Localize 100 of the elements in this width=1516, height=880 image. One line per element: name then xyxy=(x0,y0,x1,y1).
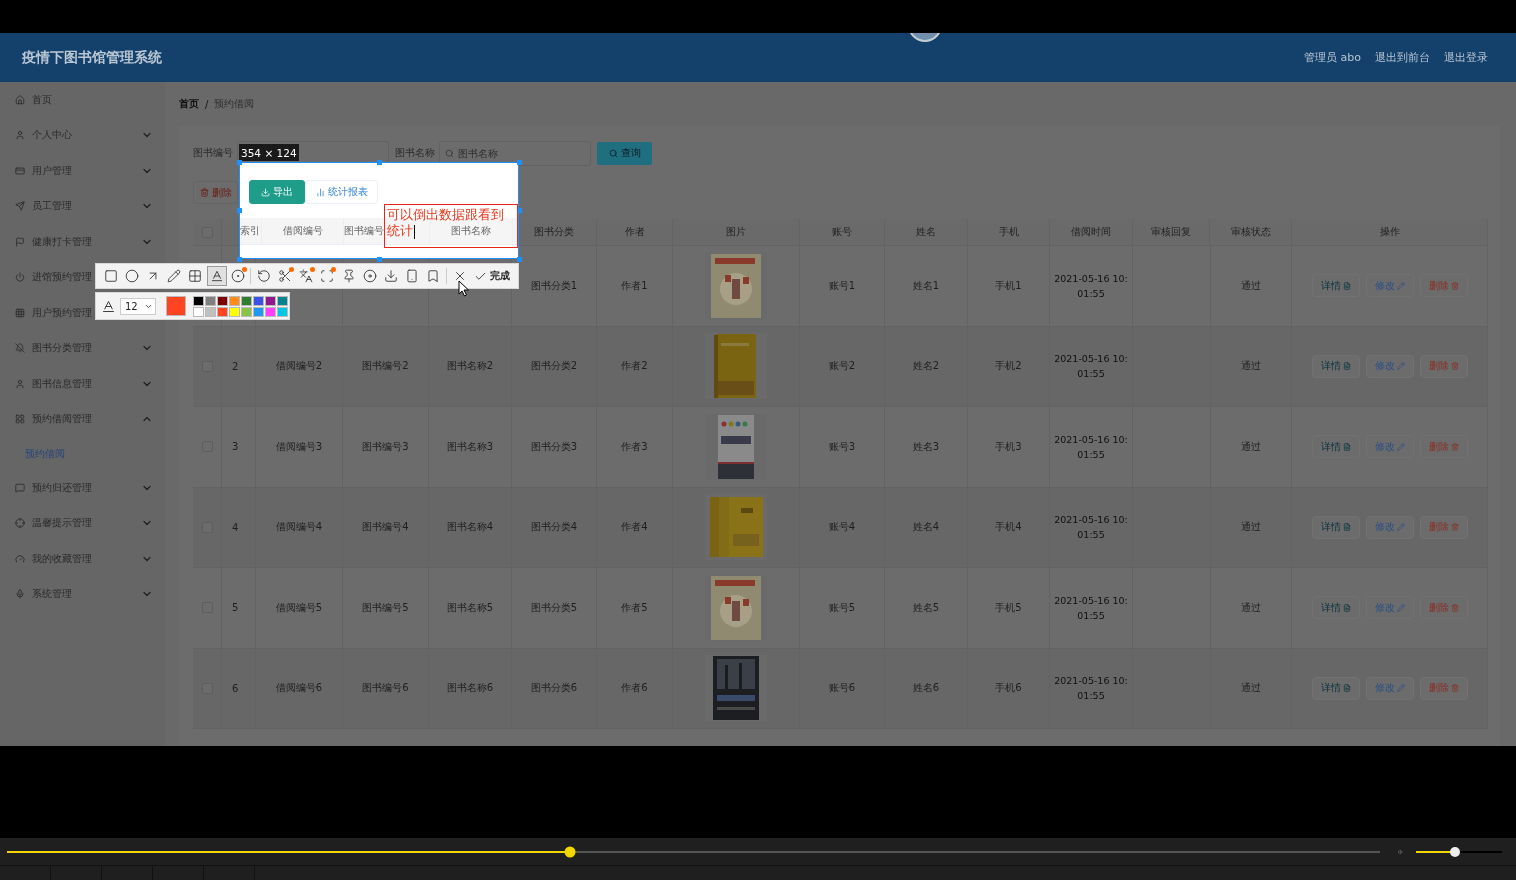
table-cell: 图书编号3 xyxy=(362,439,409,454)
table-cell: 借阅编号3 xyxy=(275,439,323,454)
delete-button[interactable]: 删除 xyxy=(1419,274,1468,298)
edit-button[interactable]: 修改 xyxy=(1365,354,1414,378)
table-cell: 手机2 xyxy=(995,359,1022,374)
table-cell: 借阅编号5 xyxy=(275,600,323,615)
table-cell: 手机4 xyxy=(995,520,1022,535)
detail-button[interactable]: 详情 xyxy=(1311,676,1360,700)
column-header: 借阅编号 xyxy=(282,224,323,238)
delete-button[interactable]: 删除 xyxy=(1419,515,1468,539)
table-cell: 手机6 xyxy=(995,681,1022,696)
detail-button[interactable]: 详情 xyxy=(1311,515,1360,539)
table-cell: 手机3 xyxy=(995,439,1022,454)
table-cell: 通过 xyxy=(1241,681,1261,696)
edit-button[interactable]: 修改 xyxy=(1365,274,1414,298)
query-button[interactable]: 查询 xyxy=(597,141,652,165)
table-cell: 图书分类3 xyxy=(530,439,578,454)
detail-button[interactable]: 详情 xyxy=(1311,274,1360,298)
edit-button[interactable]: 修改 xyxy=(1365,596,1414,620)
table-cell: 6 xyxy=(232,682,239,694)
column-header: 审核回复 xyxy=(1151,225,1191,239)
table-cell: 账号6 xyxy=(828,681,856,696)
header-link[interactable]: 退出到前台 xyxy=(1375,50,1430,65)
table-cell: 通过 xyxy=(1241,520,1261,535)
table-cell-text: 2021-05-16 10:01:55 xyxy=(1053,593,1129,623)
column-header: 借阅时间 xyxy=(1071,225,1111,239)
field-label: 图书名称 xyxy=(395,146,436,160)
table-cell: 姓名1 xyxy=(912,278,940,293)
table-cell: 账号3 xyxy=(828,439,856,454)
table-cell: 通过 xyxy=(1241,359,1261,374)
table-cell: 账号2 xyxy=(828,359,856,374)
delete-button[interactable]: 删除 xyxy=(1419,676,1468,700)
table-cell-text: 2021-05-16 10:01:55 xyxy=(1053,432,1129,462)
column-header: 图片 xyxy=(726,225,746,239)
table-cell: 手机5 xyxy=(995,600,1022,615)
table-cell: 作者1 xyxy=(621,278,648,293)
table-cell: 图书分类5 xyxy=(530,600,578,615)
column-header: 操作 xyxy=(1379,225,1400,239)
table-cell-text: 2021-05-16 10:01:55 xyxy=(1053,513,1129,543)
table-cell: 姓名6 xyxy=(912,681,940,696)
delete-button[interactable]: 删除 xyxy=(1419,354,1468,378)
done-button[interactable]: 完成 xyxy=(470,266,515,286)
delete-button[interactable]: 删除 xyxy=(1419,596,1468,620)
font-size-select[interactable]: 12 xyxy=(120,297,156,315)
app-title: 疫情下图书馆管理系统 xyxy=(22,48,162,67)
edit-button[interactable]: 修改 xyxy=(1365,515,1414,539)
table-cell: 3 xyxy=(232,441,239,453)
table-cell: 账号1 xyxy=(828,278,856,293)
column-header: 作者 xyxy=(624,225,645,239)
table-cell-text: 2021-05-16 10:01:55 xyxy=(1053,674,1129,704)
table-cell: 2 xyxy=(232,360,239,372)
detail-button[interactable]: 详情 xyxy=(1311,354,1360,378)
table-cell: 图书编号6 xyxy=(362,681,409,696)
column-header: 审核状态 xyxy=(1230,225,1271,239)
column-header: 账号 xyxy=(832,225,852,239)
table-cell: 作者3 xyxy=(621,439,648,454)
column-header: 手机 xyxy=(998,225,1019,239)
table-cell: 作者4 xyxy=(621,520,648,535)
table-cell: 姓名5 xyxy=(912,600,940,615)
table-cell: 通过 xyxy=(1241,600,1261,615)
table-cell: 图书编号5 xyxy=(362,600,409,615)
table-cell: 借阅编号4 xyxy=(275,520,323,535)
table-cell: 通过 xyxy=(1241,439,1261,454)
column-header: 图书名称 xyxy=(451,224,491,238)
delete-button[interactable]: 删除 xyxy=(193,181,238,204)
column-header: 索引 xyxy=(240,224,260,238)
table-cell: 借阅编号2 xyxy=(275,359,323,374)
column-header: 姓名 xyxy=(916,225,936,239)
table-cell: 作者5 xyxy=(621,600,648,615)
detail-button[interactable]: 详情 xyxy=(1311,596,1360,620)
table-cell: 图书名称2 xyxy=(446,359,494,374)
table-cell: 图书分类1 xyxy=(530,278,578,293)
detail-button[interactable]: 详情 xyxy=(1311,435,1360,459)
table-cell: 借阅编号6 xyxy=(275,681,323,696)
table-cell: 图书名称6 xyxy=(446,681,494,696)
table-cell: 账号4 xyxy=(828,520,856,535)
edit-button[interactable]: 修改 xyxy=(1365,435,1414,459)
export-button[interactable]: 导出 xyxy=(249,180,305,204)
delete-button[interactable]: 删除 xyxy=(1419,435,1468,459)
table-cell: 手机1 xyxy=(995,278,1022,293)
table-cell: 图书名称5 xyxy=(446,600,494,615)
report-button[interactable]: 统计报表 xyxy=(305,180,378,204)
selection-size-label: 354 × 124 xyxy=(239,144,299,161)
table-cell-text: 2021-05-16 10:01:55 xyxy=(1053,352,1129,382)
table-cell: 姓名3 xyxy=(912,439,940,454)
edit-button[interactable]: 修改 xyxy=(1365,676,1414,700)
table-cell: 5 xyxy=(232,602,239,614)
table-cell-text: 2021-05-16 10:01:55 xyxy=(1053,271,1129,301)
table-cell: 通过 xyxy=(1241,278,1261,293)
table-cell: 图书编号2 xyxy=(362,359,409,374)
header-link[interactable]: 管理员 abo xyxy=(1304,50,1361,65)
table-cell: 账号5 xyxy=(828,600,856,615)
table-cell: 4 xyxy=(232,521,239,533)
table-cell: 图书名称3 xyxy=(446,439,494,454)
table-cell: 图书名称4 xyxy=(446,520,494,535)
table-cell: 图书编号4 xyxy=(362,520,409,535)
header-link[interactable]: 退出登录 xyxy=(1444,50,1488,65)
breadcrumb-item[interactable]: 首页 xyxy=(179,97,199,111)
table-cell: 姓名4 xyxy=(912,520,940,535)
table-cell: 作者2 xyxy=(621,359,648,374)
